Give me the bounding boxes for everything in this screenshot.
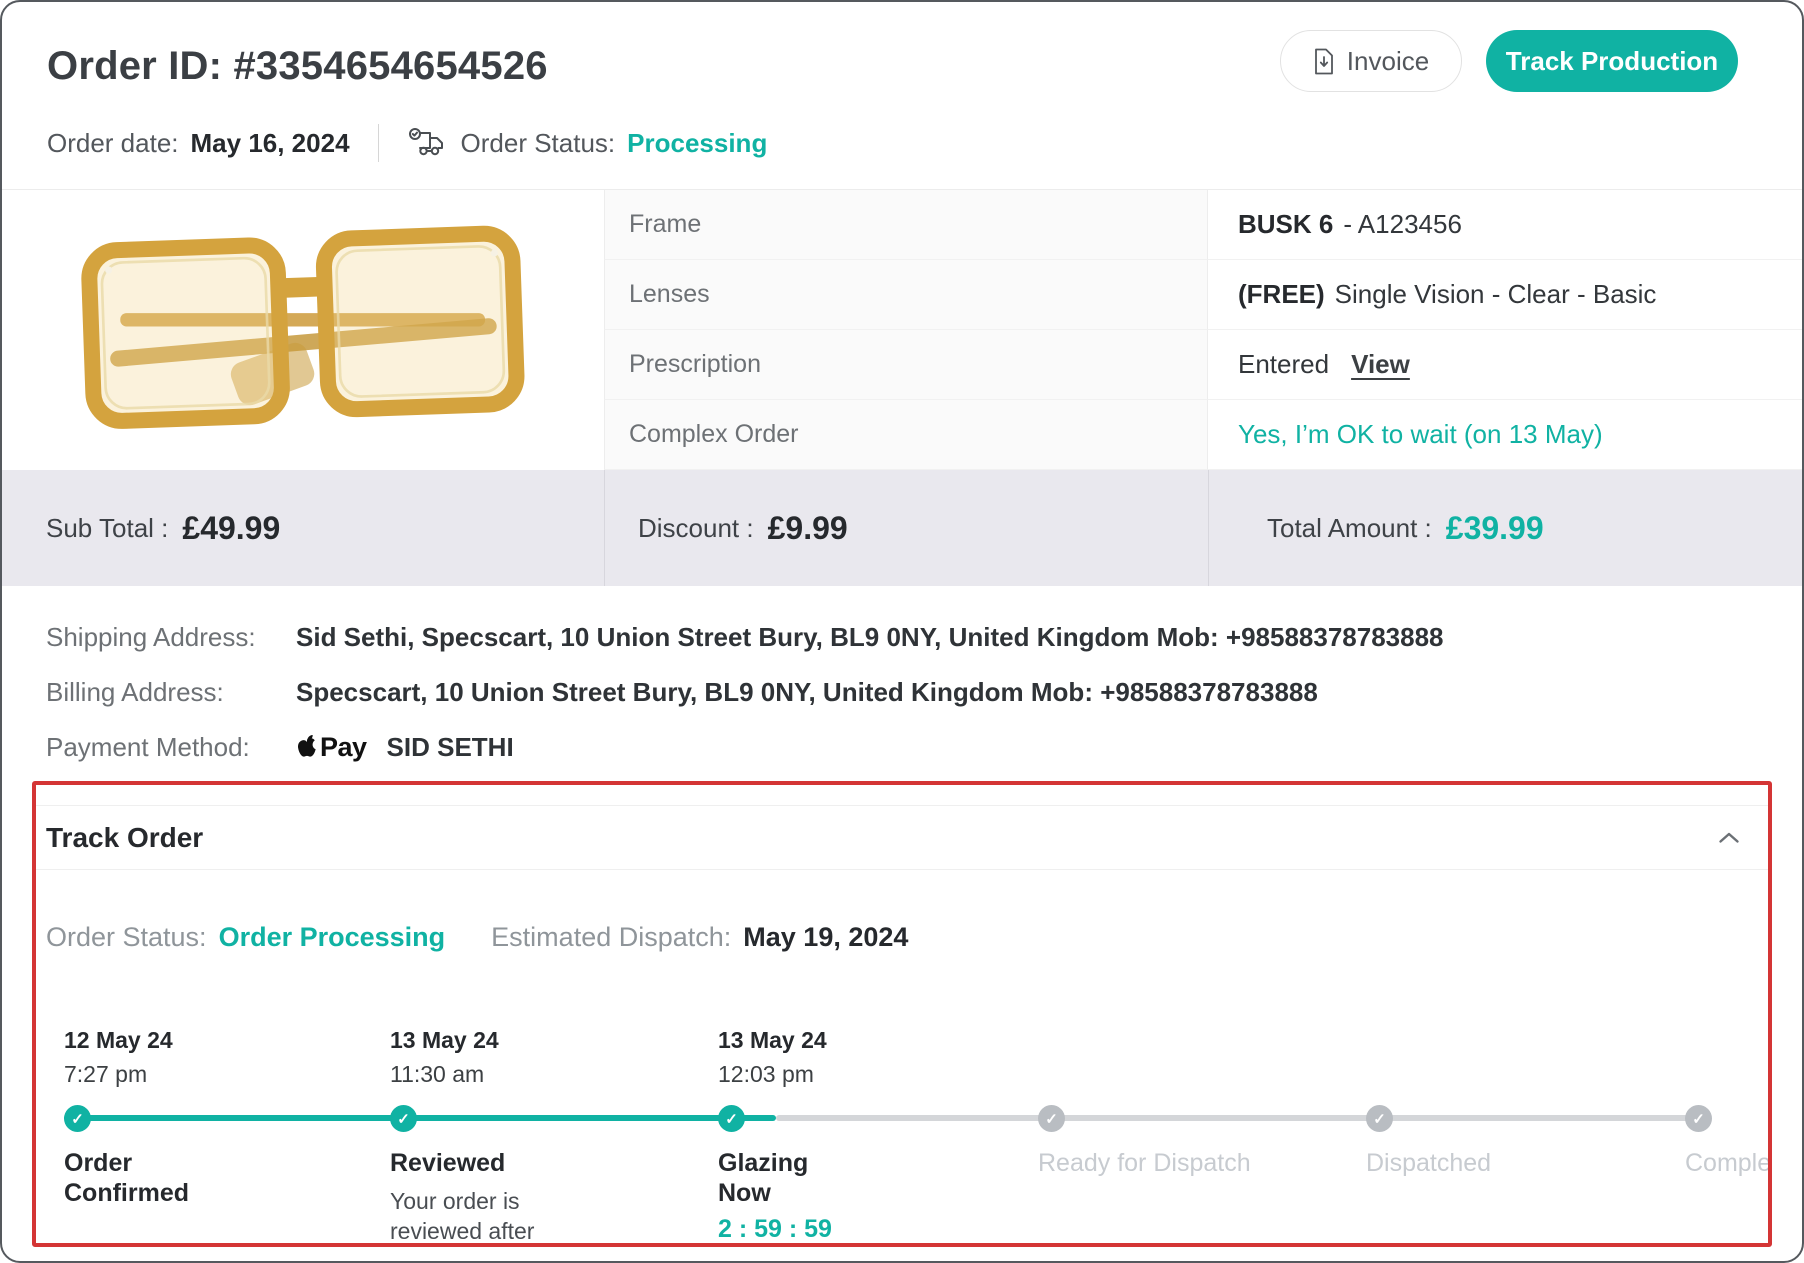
payment-holder-name: SID SETHI bbox=[387, 732, 514, 763]
product-table: Frame BUSK 6 - A123456 Lenses (FREE) Sin… bbox=[2, 190, 1802, 470]
order-status-label: Order Status: bbox=[461, 128, 616, 159]
track-order-top-strip bbox=[36, 785, 1768, 806]
check-circle-icon: ✓ bbox=[1038, 1105, 1065, 1132]
prescription-status: Entered bbox=[1238, 349, 1329, 380]
subtotal-value: £49.99 bbox=[182, 510, 280, 547]
prescription-value: Entered View bbox=[1208, 330, 1804, 400]
apple-pay-word: Pay bbox=[320, 732, 367, 763]
apple-icon bbox=[296, 734, 318, 761]
billing-address-row: Billing Address: Specscart, 10 Union Str… bbox=[46, 671, 1802, 713]
check-circle-icon: ✓ bbox=[1685, 1105, 1712, 1132]
glazing-countdown: 2 : 59 : 59 bbox=[718, 1215, 832, 1244]
lenses-value: (FREE) Single Vision - Clear - Basic bbox=[1208, 260, 1804, 330]
step-date: 13 May 24 bbox=[390, 1027, 499, 1054]
page-title: Order ID: #3354654654526 bbox=[47, 44, 548, 89]
total-amount-cell: Total Amount : £39.99 bbox=[1208, 470, 1804, 586]
step-label: Dispatched bbox=[1366, 1149, 1491, 1179]
timeline-progress-line bbox=[64, 1115, 776, 1121]
track-status-label: Order Status: bbox=[46, 922, 207, 953]
billing-address-value: Specscart, 10 Union Street Bury, BL9 0NY… bbox=[296, 677, 1318, 708]
order-status-value: Processing bbox=[627, 128, 767, 159]
order-detail-page: Order ID: #3354654654526 Order date: May… bbox=[0, 0, 1804, 1263]
product-image bbox=[2, 190, 604, 470]
shipping-address-label: Shipping Address: bbox=[46, 622, 296, 653]
subtotal-cell: Sub Total : £49.99 bbox=[2, 470, 604, 586]
order-date-label: Order date: bbox=[47, 128, 179, 159]
discount-cell: Discount : £9.99 bbox=[604, 470, 1208, 586]
check-circle-icon: ✓ bbox=[718, 1105, 745, 1132]
payment-method-label: Payment Method: bbox=[46, 732, 296, 763]
track-status-value: Order Processing bbox=[219, 922, 446, 953]
total-amount-value: £39.99 bbox=[1446, 510, 1544, 547]
meta-divider bbox=[378, 124, 379, 162]
track-production-button[interactable]: Track Production bbox=[1486, 30, 1738, 92]
truck-icon bbox=[407, 126, 447, 160]
frame-name: BUSK 6 bbox=[1238, 209, 1333, 240]
prescription-view-link[interactable]: View bbox=[1351, 349, 1410, 380]
step-label: Order Confirmed bbox=[64, 1149, 199, 1208]
subtotal-label: Sub Total : bbox=[46, 513, 168, 544]
track-order-header[interactable]: Track Order bbox=[36, 806, 1768, 870]
invoice-button-label: Invoice bbox=[1347, 46, 1429, 77]
glasses-illustration bbox=[68, 201, 538, 459]
complex-order-label: Complex Order bbox=[604, 400, 1208, 470]
order-timeline: 12 May 24 7:27 pm ✓ Order Confirmed 13 M… bbox=[36, 1027, 1768, 1247]
lenses-description: Single Vision - Clear - Basic bbox=[1335, 279, 1657, 310]
complex-order-value: Yes, I’m OK to wait (on 13 May) bbox=[1208, 400, 1804, 470]
complex-order-answer: Yes, I’m OK to wait (on 13 May) bbox=[1238, 419, 1603, 450]
dispatch-value: May 19, 2024 bbox=[743, 922, 908, 953]
shipping-address-value: Sid Sethi, Specscart, 10 Union Street Bu… bbox=[296, 622, 1444, 653]
check-circle-icon: ✓ bbox=[64, 1105, 91, 1132]
dispatch-label: Estimated Dispatch: bbox=[491, 922, 731, 953]
frame-value: BUSK 6 - A123456 bbox=[1208, 190, 1804, 260]
apple-pay-logo: Pay bbox=[296, 732, 367, 763]
order-header: Order ID: #3354654654526 Order date: May… bbox=[2, 2, 1802, 190]
step-time: 7:27 pm bbox=[64, 1061, 173, 1088]
step-label: Reviewed bbox=[390, 1149, 505, 1179]
step-label: Glazing Now bbox=[718, 1149, 833, 1208]
lenses-free-tag: (FREE) bbox=[1238, 279, 1325, 310]
track-status-line: Order Status: Order Processing Estimated… bbox=[46, 922, 1768, 953]
addresses-section: Shipping Address: Sid Sethi, Specscart, … bbox=[2, 586, 1802, 768]
track-production-label: Track Production bbox=[1506, 46, 1718, 77]
prescription-label: Prescription bbox=[604, 330, 1208, 400]
invoice-button[interactable]: Invoice bbox=[1280, 30, 1462, 92]
totals-bar: Sub Total : £49.99 Discount : £9.99 Tota… bbox=[2, 470, 1802, 586]
order-meta-row: Order date: May 16, 2024 Order Status: P… bbox=[47, 124, 767, 162]
step-datetime: 13 May 24 12:03 pm bbox=[718, 1027, 827, 1088]
frame-sku: - A123456 bbox=[1343, 209, 1462, 240]
step-date: 13 May 24 bbox=[718, 1027, 827, 1054]
step-label: Ready for Dispatch bbox=[1038, 1149, 1251, 1179]
chevron-up-icon[interactable] bbox=[1718, 831, 1740, 844]
check-circle-icon: ✓ bbox=[1366, 1105, 1393, 1132]
step-description: Your order is reviewed after response. bbox=[390, 1187, 605, 1247]
step-label: Completed bbox=[1685, 1149, 1772, 1179]
lenses-label: Lenses bbox=[604, 260, 1208, 330]
discount-value: £9.99 bbox=[768, 510, 848, 547]
step-time: 11:30 am bbox=[390, 1061, 499, 1088]
order-date-value: May 16, 2024 bbox=[191, 128, 350, 159]
track-order-section: Track Order Order Status: Order Processi… bbox=[32, 781, 1772, 1247]
header-buttons: Invoice Track Production bbox=[1280, 30, 1738, 92]
discount-label: Discount : bbox=[638, 513, 754, 544]
step-date: 12 May 24 bbox=[64, 1027, 173, 1054]
invoice-download-icon bbox=[1313, 48, 1335, 75]
timeline-remaining-line bbox=[776, 1115, 1688, 1121]
step-time: 12:03 pm bbox=[718, 1061, 827, 1088]
billing-address-label: Billing Address: bbox=[46, 677, 296, 708]
track-order-title: Track Order bbox=[46, 822, 203, 854]
shipping-address-row: Shipping Address: Sid Sethi, Specscart, … bbox=[46, 616, 1802, 658]
payment-method-row: Payment Method: Pay SID SETHI bbox=[46, 726, 1802, 768]
step-datetime: 13 May 24 11:30 am bbox=[390, 1027, 499, 1088]
check-circle-icon: ✓ bbox=[390, 1105, 417, 1132]
frame-label: Frame bbox=[604, 190, 1208, 260]
step-datetime: 12 May 24 7:27 pm bbox=[64, 1027, 173, 1088]
total-amount-label: Total Amount : bbox=[1267, 513, 1432, 544]
payment-method-value: Pay SID SETHI bbox=[296, 732, 514, 763]
